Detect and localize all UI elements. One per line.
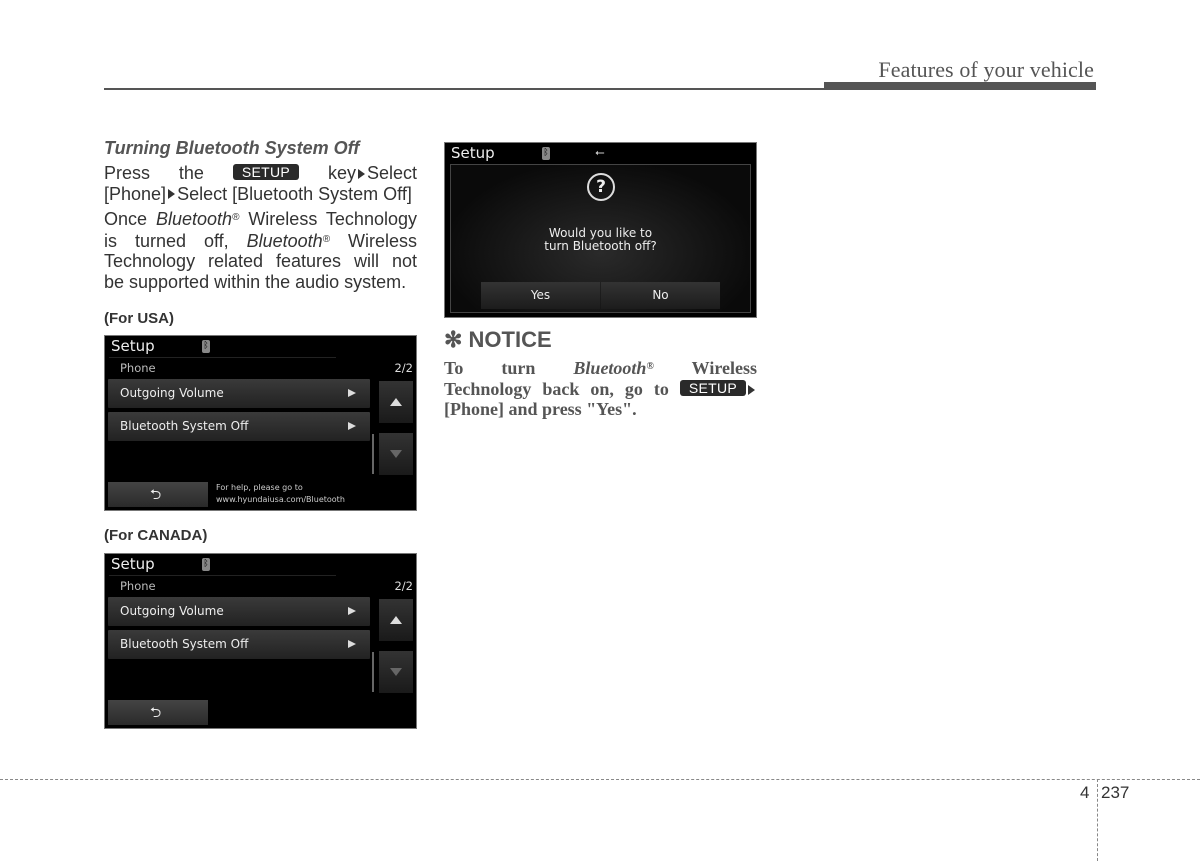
no-button[interactable]: No: [601, 282, 720, 309]
bluetooth-icon: ᛒ: [542, 147, 550, 160]
screen-title: Setup: [111, 555, 155, 573]
screen-usa: Setup ᛒ Phone 2/2 Outgoing Volume Blueto…: [104, 335, 417, 511]
instructions-section: Turning Bluetooth System Off Press the S…: [104, 138, 417, 292]
arrow-up-icon: [390, 616, 402, 624]
scroll-up-button[interactable]: [379, 599, 413, 641]
confirm-dialog: ? Would you like to turn Bluetooth off? …: [450, 164, 751, 313]
setup-key-badge: SETUP: [679, 379, 747, 396]
instruction-paragraph-2: [Phone] Select [Bluetooth System Off]: [104, 183, 412, 204]
menu-item-outgoing-volume[interactable]: Outgoing Volume: [108, 379, 370, 408]
page-indicator: 2/2: [394, 579, 413, 593]
footer-divider: [1097, 779, 1098, 861]
page-indicator: 2/2: [394, 361, 413, 375]
usb-icon: ⭠: [595, 145, 605, 159]
return-icon: ⮌: [150, 705, 162, 721]
instruction-paragraph: Press the SETUP key Select: [104, 163, 417, 183]
arrow-right-icon: [168, 189, 176, 200]
arrow-right-icon: [348, 422, 356, 430]
arrow-down-icon: [390, 668, 402, 676]
section-heading: Turning Bluetooth System Off: [104, 138, 360, 158]
arrow-right-icon: [748, 384, 756, 395]
screen-subtitle: Phone: [120, 579, 156, 593]
arrow-right-icon: [348, 389, 356, 397]
arrow-right-icon: [357, 168, 365, 179]
caption-canada: (For CANADA): [104, 527, 208, 544]
info-paragraph: Once Bluetooth® Wireless Technology is t…: [104, 209, 417, 271]
page-number: 237: [1101, 783, 1130, 802]
header-bar: [824, 82, 1096, 90]
setup-key-badge: SETUP: [232, 164, 300, 180]
menu-item-bluetooth-system-off[interactable]: Bluetooth System Off: [108, 412, 370, 441]
scrollbar[interactable]: [372, 652, 374, 692]
back-button[interactable]: ⮌: [108, 482, 208, 507]
yes-button[interactable]: Yes: [481, 282, 600, 309]
arrow-down-icon: [390, 450, 402, 458]
scroll-down-button[interactable]: [379, 433, 413, 475]
scrollbar[interactable]: [372, 434, 374, 474]
section-header-title: Features of your vehicle: [878, 57, 1094, 82]
screen-subtitle: Phone: [120, 361, 156, 375]
notice-text: To turn Bluetooth® Wireless Technology b…: [444, 358, 757, 419]
screen-canada: Setup ᛒ Phone 2/2 Outgoing Volume Blueto…: [104, 553, 417, 729]
menu-item-outgoing-volume[interactable]: Outgoing Volume: [108, 597, 370, 626]
bluetooth-icon: ᛒ: [202, 340, 210, 353]
footer-rule: [0, 779, 1200, 780]
dialog-message: Would you like to turn Bluetooth off?: [544, 226, 657, 253]
scroll-down-button[interactable]: [379, 651, 413, 693]
screen-dialog: Setup ᛒ ⭠ ? Would you like to turn Bluet…: [444, 142, 757, 318]
header-rule: [104, 88, 824, 90]
screen-title: Setup: [451, 144, 495, 162]
menu-item-bluetooth-system-off[interactable]: Bluetooth System Off: [108, 630, 370, 659]
chapter-number: 4: [1080, 783, 1090, 802]
bluetooth-icon: ᛒ: [202, 558, 210, 571]
arrow-right-icon: [348, 640, 356, 648]
scroll-up-button[interactable]: [379, 381, 413, 423]
arrow-right-icon: [348, 607, 356, 615]
screen-title: Setup: [111, 337, 155, 355]
notice-title: ✻ NOTICE: [444, 327, 552, 352]
return-icon: ⮌: [150, 487, 162, 503]
question-icon: ?: [587, 173, 615, 201]
help-text: For help, please go to www.hyundaiusa.co…: [216, 483, 345, 504]
caption-usa: (For USA): [104, 310, 174, 327]
back-button[interactable]: ⮌: [108, 700, 208, 725]
arrow-up-icon: [390, 398, 402, 406]
